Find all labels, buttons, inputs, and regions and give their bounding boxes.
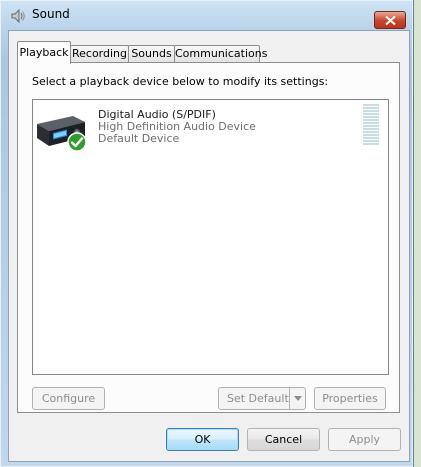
instruction-text: Select a playback device below to modify… — [32, 75, 329, 88]
device-status: Default Device — [98, 132, 180, 145]
device-list[interactable]: Digital Audio (S/PDIF) High Definition A… — [32, 99, 389, 375]
list-item[interactable]: Digital Audio (S/PDIF) High Definition A… — [35, 102, 386, 152]
dialog-client-area: Playback Recording Sounds Communications… — [8, 30, 410, 462]
close-button[interactable] — [374, 11, 406, 29]
set-default-split-button[interactable]: Set Default — [218, 387, 306, 410]
properties-button[interactable]: Properties — [314, 387, 386, 410]
tab-communications[interactable]: Communications — [174, 45, 267, 62]
configure-button[interactable]: Configure — [32, 387, 105, 410]
tab-sounds[interactable]: Sounds — [128, 45, 175, 62]
tab-recording[interactable]: Recording — [70, 45, 129, 62]
close-icon — [385, 16, 396, 25]
title-bar[interactable]: Sound — [0, 0, 413, 30]
playback-panel: Select a playback device below to modify… — [17, 62, 400, 413]
apply-button[interactable]: Apply — [328, 428, 401, 451]
green-check-icon — [67, 132, 87, 152]
ok-button[interactable]: OK — [166, 428, 239, 451]
sound-dialog: Sound Playback Recording Sounds Communic… — [0, 0, 414, 467]
chevron-down-icon — [294, 396, 302, 401]
tab-playback[interactable]: Playback — [17, 41, 71, 64]
window-title: Sound — [32, 7, 70, 21]
volume-level-meter — [363, 104, 379, 146]
set-default-label: Set Default — [227, 392, 289, 405]
cancel-button[interactable]: Cancel — [247, 428, 320, 451]
set-default-dropdown[interactable] — [289, 388, 306, 409]
speaker-icon — [11, 8, 25, 24]
